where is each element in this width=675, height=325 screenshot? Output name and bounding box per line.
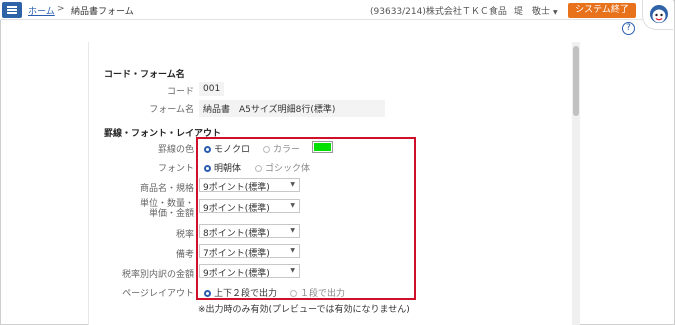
menu-line-icon: [7, 9, 17, 11]
assistant-avatar[interactable]: [642, 0, 673, 30]
tax-rate-label: 税率: [175, 230, 194, 240]
remarks-label: 備考: [175, 250, 194, 260]
line-color-label: 罫線の色: [157, 145, 194, 155]
breadcrumb-current-page: 納品書フォーム: [71, 7, 134, 17]
breadcrumb-separator: >: [57, 4, 65, 14]
system-exit-button[interactable]: システム終了: [568, 3, 636, 18]
company-name: (93633/214)株式会社ＴＫＣ食品: [370, 7, 507, 17]
font-label: フォント: [157, 164, 194, 174]
menu-line-icon: [7, 6, 17, 8]
form-name-value: 納品書 A5サイズ明細8行(標準): [199, 100, 385, 117]
help-icon[interactable]: ?: [622, 22, 635, 35]
product-name-label: 商品名・規格: [139, 184, 194, 194]
section-title-code: コード・フォーム名: [104, 70, 185, 80]
unit-qty-label-line1: 単位・数量・: [139, 199, 194, 209]
mascot-face-icon: [650, 5, 668, 23]
code-value: 001: [199, 82, 225, 96]
chevron-down-icon: ▼: [553, 9, 558, 16]
highlight-box: [196, 137, 416, 300]
output-note: ※出力時のみ有効(プレビューでは有効になりません): [198, 305, 410, 315]
top-bar: ホーム > 納品書フォーム (93633/214)株式会社ＴＫＣ食品 堤 敬士 ▼…: [0, 0, 673, 20]
unit-qty-label: 単位・数量・ 単価・金額: [140, 199, 194, 219]
menu-line-icon: [7, 12, 17, 14]
scrollbar[interactable]: [572, 42, 580, 325]
tax-breakdown-label: 税率別内訳の金額: [121, 270, 194, 280]
unit-qty-label-line2: 単価・金額: [148, 209, 194, 219]
code-label: コード: [166, 87, 194, 97]
user-menu[interactable]: 堤 敬士 ▼: [514, 4, 558, 17]
breadcrumb-home-link[interactable]: ホーム: [28, 4, 55, 17]
user-name: 堤 敬士: [514, 7, 551, 17]
page-layout-label: ページレイアウト: [122, 289, 194, 299]
scrollbar-thumb[interactable]: [573, 46, 579, 116]
form-name-label: フォーム名: [149, 105, 194, 115]
hamburger-menu-button[interactable]: [2, 2, 22, 18]
